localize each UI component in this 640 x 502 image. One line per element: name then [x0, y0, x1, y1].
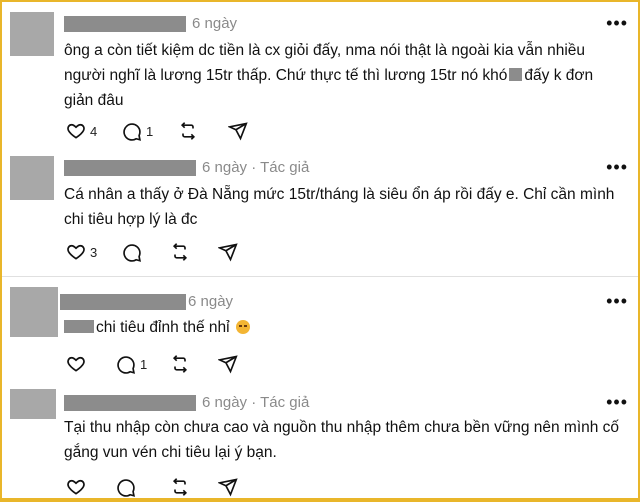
repost-icon [180, 122, 196, 140]
action-bar: 3 [66, 242, 286, 262]
repost-button[interactable] [170, 354, 190, 374]
share-button[interactable] [228, 121, 248, 141]
comment-line: ông a còn tiết kiệm dc tiền là cx giỏi đ… [64, 42, 585, 59]
action-bar: 1 [66, 354, 286, 374]
repost-button[interactable] [178, 121, 198, 141]
reply-button[interactable] [116, 477, 136, 497]
redacted-block [64, 320, 94, 333]
send-icon [228, 122, 248, 141]
avatar[interactable] [10, 389, 56, 419]
repost-button[interactable] [170, 477, 190, 497]
heart-icon [67, 356, 85, 372]
comment-line: người nghĩ là lương 15tr thấp. Chứ thực … [64, 67, 594, 84]
comment-text: Tại thu nhập còn chưa cao và nguồn thu n… [64, 415, 634, 465]
share-button[interactable] [218, 354, 238, 374]
share-button[interactable] [218, 477, 238, 497]
post-time: 6 ngày [188, 293, 234, 310]
post-time: 6 ngày [192, 15, 238, 32]
comment-line: giản đâu [64, 92, 124, 109]
repost-icon [172, 355, 188, 373]
author-tag: · Tác giả [251, 394, 310, 411]
reply-button[interactable]: 1 [122, 121, 153, 141]
reply-count: 1 [146, 123, 154, 139]
like-button[interactable] [66, 354, 86, 374]
author-tag: · Tác giả [251, 159, 310, 176]
comment-text: Cá nhân a thấy ở Đà Nẵng mức 15tr/tháng … [64, 182, 634, 232]
relieved-face-icon [235, 320, 250, 334]
comment-line: Cá nhân a thấy ở Đà Nẵng mức 15tr/tháng … [64, 186, 615, 203]
reply-button[interactable]: 1 [116, 354, 147, 374]
reply-count: 1 [140, 356, 148, 372]
comment-line: chi tiêu hợp lý là đc [64, 211, 198, 228]
comment-text: ông a còn tiết kiệm dc tiền là cx giỏi đ… [64, 38, 634, 113]
comment-text: chi tiêu đỉnh thế nhỉ [64, 315, 634, 340]
redacted-block [509, 68, 523, 81]
send-icon [218, 478, 238, 497]
username-redacted[interactable] [64, 16, 186, 32]
action-bar: 4 1 [66, 121, 286, 141]
more-horizontal-icon[interactable]: ••• [606, 14, 628, 32]
comment-thread: 6 ngày ••• ông a còn tiết kiệm dc tiền l… [2, 2, 638, 498]
more-horizontal-icon[interactable]: ••• [606, 393, 628, 411]
comment-icon [117, 479, 135, 497]
username-redacted[interactable] [64, 160, 196, 176]
repost-icon [172, 243, 188, 261]
username-redacted[interactable] [60, 294, 186, 310]
comment-line: Tại thu nhập còn chưa cao và nguồn thu n… [64, 419, 620, 436]
comment-icon [123, 244, 141, 262]
username-redacted[interactable] [64, 395, 196, 411]
send-icon [218, 355, 238, 374]
more-horizontal-icon[interactable]: ••• [606, 158, 628, 176]
like-button[interactable] [66, 477, 86, 497]
avatar[interactable] [10, 12, 54, 56]
heart-icon [67, 123, 85, 139]
comment-icon [117, 356, 135, 374]
send-icon [218, 243, 238, 262]
post-time: 6 ngày · Tác giả [202, 159, 310, 176]
heart-icon [67, 479, 85, 495]
heart-icon [67, 244, 85, 260]
post-time: 6 ngày · Tác giả [202, 394, 310, 411]
like-button[interactable]: 4 [66, 121, 97, 141]
like-count: 4 [90, 123, 98, 139]
comment-line: gắng vun vén chi tiêu lại ý bạn. [64, 444, 277, 461]
repost-button[interactable] [170, 242, 190, 262]
like-count: 3 [90, 244, 98, 260]
share-button[interactable] [218, 242, 238, 262]
more-horizontal-icon[interactable]: ••• [606, 292, 628, 310]
comment-post: 6 ngày ••• chi tiêu đỉnh thế nhỉ 1 [2, 277, 638, 383]
comment-post: 6 ngày · Tác giả ••• Tại thu nhập còn ch… [2, 383, 638, 498]
repost-icon [172, 478, 188, 496]
comment-post: 6 ngày · Tác giả ••• Cá nhân a thấy ở Đà… [2, 152, 638, 276]
reply-button[interactable] [122, 242, 142, 262]
action-bar [66, 477, 286, 497]
comment-line: chi tiêu đỉnh thế nhỉ [64, 315, 634, 340]
avatar[interactable] [10, 287, 58, 337]
like-button[interactable]: 3 [66, 242, 97, 262]
comment-icon [123, 123, 141, 141]
comment-post: 6 ngày ••• ông a còn tiết kiệm dc tiền l… [2, 2, 638, 152]
avatar[interactable] [10, 156, 54, 200]
